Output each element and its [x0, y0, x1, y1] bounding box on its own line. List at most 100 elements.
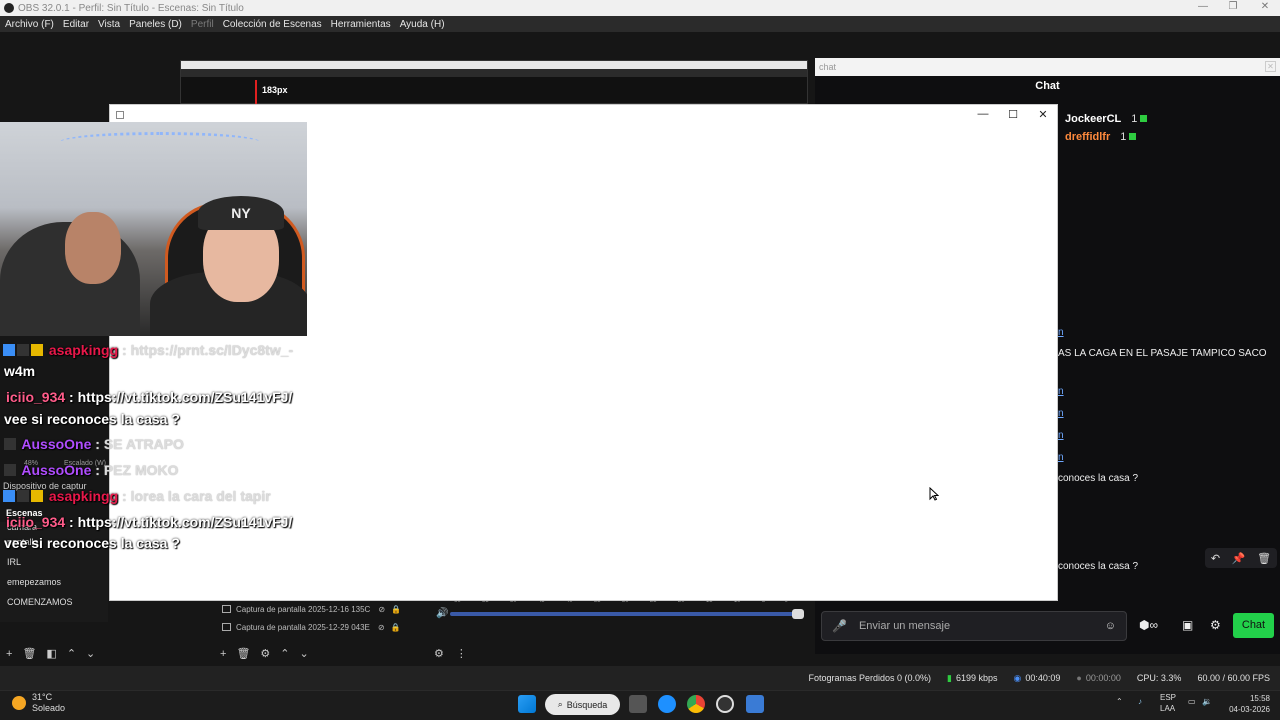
- webcam-feed: NY: [0, 122, 307, 336]
- chat-line-partial[interactable]: n: [1058, 327, 1064, 338]
- mouse-cursor-icon: [929, 487, 939, 501]
- menu-paneles[interactable]: Paneles (D): [129, 19, 182, 30]
- volume-slider-handle[interactable]: [792, 609, 804, 619]
- window-maximize-button[interactable]: ☐: [998, 108, 1028, 121]
- remove-scene-icon[interactable]: 🗑: [22, 648, 46, 660]
- chat-message: vee si reconoces la casa ?: [4, 535, 180, 551]
- keyboard-layout[interactable]: LAA: [1160, 703, 1180, 714]
- pin-icon[interactable]: 📌: [1232, 552, 1246, 565]
- chat-line-partial[interactable]: n: [1058, 430, 1064, 441]
- scene-item[interactable]: IRL: [0, 552, 108, 572]
- weather-widget[interactable]: 31°C Soleado: [12, 692, 65, 714]
- search-icon: ⌕: [557, 699, 563, 709]
- move-up-icon[interactable]: ⌃: [67, 648, 86, 660]
- mic-tray-icon[interactable]: ♪: [1138, 697, 1142, 706]
- add-source-icon[interactable]: +: [220, 648, 236, 660]
- sub-badge-icon: [17, 344, 29, 356]
- emoji-icon[interactable]: ☺: [1105, 620, 1116, 632]
- window-minimize-button[interactable]: —: [968, 108, 998, 120]
- prime-badge-icon: [3, 490, 15, 502]
- chat-message: : PEZ MOKO: [95, 462, 179, 478]
- dock-close-button[interactable]: ✕: [1265, 61, 1276, 72]
- trash-icon[interactable]: 🗑: [1257, 552, 1271, 565]
- taskbar-clock[interactable]: 15:58 04-03-2026: [1222, 693, 1270, 715]
- record-icon: ●: [1076, 673, 1082, 683]
- overlay-chat-line: vee si reconoces la casa ?: [4, 411, 180, 427]
- scene-item[interactable]: COMENZAMOS: [0, 592, 108, 612]
- visibility-icon[interactable]: ⊘: [378, 623, 385, 632]
- menu-ayuda[interactable]: Ayuda (H): [400, 19, 445, 30]
- windows-start-icon[interactable]: [518, 695, 536, 713]
- menu-herramientas[interactable]: Herramientas: [331, 19, 391, 30]
- distance-label: 183px: [262, 85, 288, 95]
- menu-bar: Archivo (F) Editar Vista Paneles (D) Per…: [0, 16, 1280, 32]
- dropped-frames: Fotogramas Perdidos 0 (0.0%): [808, 673, 932, 683]
- chat-line-partial[interactable]: n: [1058, 386, 1064, 397]
- network-icon[interactable]: ▭: [1188, 697, 1196, 706]
- volume-slider[interactable]: [450, 612, 800, 616]
- chat-message-input[interactable]: 🎤 Enviar un mensaje ☺: [821, 611, 1127, 641]
- overlay-chat-line: iciio_934 : https://vt.tiktok.com/ZSu141…: [6, 514, 292, 530]
- volume-tray-icon[interactable]: 🔉: [1202, 697, 1212, 706]
- taskbar-search[interactable]: ⌕ Búsqueda: [545, 694, 620, 715]
- menu-coleccion-escenas[interactable]: Colección de Escenas: [223, 19, 322, 30]
- properties-icon[interactable]: ⚙: [260, 648, 280, 660]
- move-down-icon[interactable]: ⌄: [300, 648, 319, 660]
- chat-username: iciio_934: [6, 514, 66, 530]
- window-close-button[interactable]: ✕: [1028, 108, 1058, 121]
- signal-icon: ▮: [947, 672, 952, 683]
- chat-line-partial[interactable]: n: [1058, 408, 1064, 419]
- source-controls: +🗑⚙⌃⌄: [220, 647, 319, 660]
- image-icon: [222, 623, 231, 631]
- overlay-chat-line: vee si reconoces la casa ?: [4, 535, 180, 551]
- store-icon[interactable]: ▣: [1182, 618, 1193, 632]
- volume-icon[interactable]: 🔊: [436, 608, 448, 619]
- bits-icon[interactable]: ⬢∞: [1139, 618, 1158, 632]
- microphone-icon[interactable]: 🎤: [832, 619, 847, 633]
- settings-icon[interactable]: ⚙: [1210, 618, 1221, 632]
- chat-line-partial[interactable]: n: [1058, 452, 1064, 463]
- ny-cap: NY: [198, 196, 284, 230]
- source-item[interactable]: Captura de pantalla 2025-12-29 043E ⊘ 🔒: [218, 618, 418, 636]
- close-button[interactable]: ✕: [1250, 0, 1280, 16]
- chat-username: AussoOne: [21, 436, 92, 452]
- cpu-usage: CPU: 3.3%: [1136, 673, 1182, 683]
- chat-send-button[interactable]: Chat: [1233, 613, 1274, 638]
- move-up-icon[interactable]: ⌃: [280, 648, 299, 660]
- chrome-icon[interactable]: [687, 695, 705, 713]
- calculator-icon[interactable]: [746, 695, 764, 713]
- tray-chevron-icon[interactable]: ⌃: [1116, 697, 1123, 706]
- sub-badge-icon: [4, 464, 16, 476]
- overlay-chat-line: asapkingg : https://prnt.sc/lDyc8tw_-: [3, 342, 293, 358]
- viewer-row[interactable]: JockeerCL 1: [1065, 113, 1148, 125]
- more-icon[interactable]: ⋮: [456, 648, 479, 660]
- menu-perfil[interactable]: Perfil: [191, 19, 214, 30]
- task-view-icon[interactable]: [629, 695, 647, 713]
- chat-message: : https://prnt.sc/lDyc8tw_-: [122, 342, 294, 358]
- mixer-controls: ⚙⋮: [434, 647, 479, 660]
- filter-icon[interactable]: ◧: [46, 648, 66, 660]
- preview-canvas[interactable]: [180, 60, 808, 104]
- lock-icon[interactable]: 🔒: [391, 623, 401, 632]
- undo-icon[interactable]: ↶: [1211, 552, 1220, 565]
- menu-archivo[interactable]: Archivo (F): [5, 19, 54, 30]
- clock-time: 15:58: [1249, 694, 1270, 703]
- menu-vista[interactable]: Vista: [98, 19, 120, 30]
- menu-editar[interactable]: Editar: [63, 19, 89, 30]
- crown-badge-icon: [31, 344, 43, 356]
- source-item[interactable]: Captura de pantalla 2025-12-16 135C ⊘ 🔒: [218, 600, 418, 618]
- scene-item[interactable]: emepezamos: [0, 572, 108, 592]
- audio-settings-icon[interactable]: ⚙: [434, 648, 456, 660]
- visibility-icon[interactable]: ⊘: [378, 605, 385, 614]
- maximize-button[interactable]: ❐: [1218, 0, 1248, 16]
- language-code[interactable]: ESP: [1160, 692, 1180, 703]
- minimize-button[interactable]: —: [1188, 0, 1218, 16]
- edge-icon[interactable]: [658, 695, 676, 713]
- lock-icon[interactable]: 🔒: [391, 605, 401, 614]
- remove-source-icon[interactable]: 🗑: [236, 648, 260, 660]
- move-down-icon[interactable]: ⌄: [86, 648, 105, 660]
- bitrate: 6199 kbps: [955, 673, 998, 683]
- add-scene-icon[interactable]: +: [6, 648, 22, 660]
- viewer-row[interactable]: dreffidlfr 1: [1065, 131, 1137, 143]
- obs-taskbar-icon[interactable]: [716, 695, 734, 713]
